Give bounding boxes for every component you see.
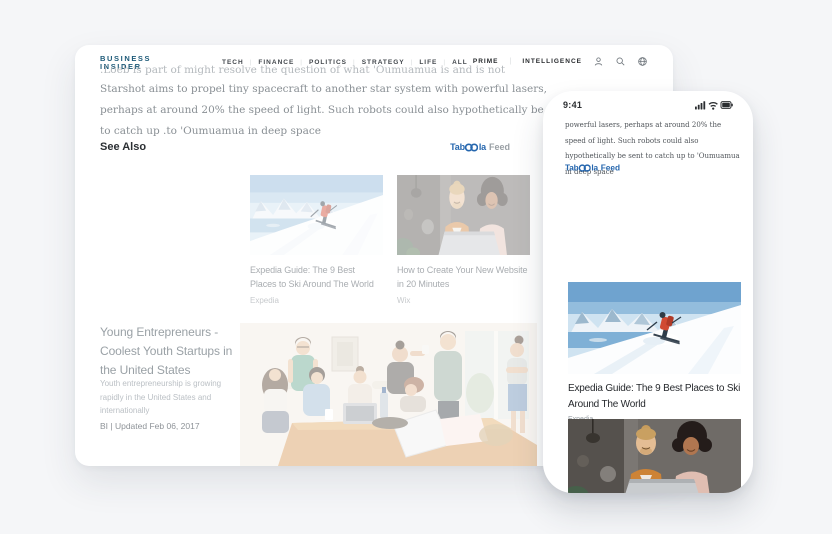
- see-also-heading: See Also: [100, 141, 146, 153]
- ski-mountain-image[interactable]: [250, 175, 383, 255]
- card-source: Wix: [397, 296, 530, 305]
- taboola-feed-label: Feed: [489, 142, 510, 152]
- card-title[interactable]: Expedia Guide: The 9 Best Places to Ski …: [568, 381, 741, 412]
- card-source: Expedia: [250, 296, 383, 305]
- article-clipped-line: .Loeb is part of might resolve the quest…: [100, 64, 578, 76]
- taboola-logo-text-2: la: [591, 163, 598, 172]
- wifi-icon: [709, 103, 717, 110]
- feature-story-byline: BI | Updated Feb 06, 2017: [100, 421, 200, 431]
- feature-story-description: Youth entrepreneurship is growing rapidl…: [100, 377, 228, 418]
- taboola-feed-logo-phone[interactable]: Tab la Feed: [565, 163, 620, 172]
- taboola-logo-text-1: Tab: [565, 163, 579, 172]
- status-bar: 9:41: [543, 100, 753, 110]
- status-time: 9:41: [563, 100, 582, 110]
- article-paragraph: Starshot aims to propel tiny spacecraft …: [100, 79, 578, 142]
- phone-sponsored-card-expedia[interactable]: Expedia Guide: The 9 Best Places to Ski …: [568, 282, 741, 423]
- taboola-feed-logo[interactable]: Tab la Feed: [450, 142, 510, 152]
- taboola-feed-label: Feed: [601, 163, 620, 172]
- couple-laptop-image[interactable]: [397, 175, 530, 255]
- taboola-logo-text-2: la: [479, 142, 486, 152]
- card-title[interactable]: How to Create Your New Website in 20 Min…: [397, 263, 530, 291]
- ski-mountain-image[interactable]: [568, 282, 741, 374]
- taboola-oo-icon: [465, 143, 478, 152]
- globe-icon[interactable]: [637, 56, 648, 67]
- cellular-signal-icon: [695, 101, 705, 109]
- design-canvas: BUSINESS INSIDER TECH FINANCE POLITICS S…: [0, 0, 832, 534]
- phone-viewport: 9:41: [543, 91, 753, 493]
- taboola-logo-text-1: Tab: [450, 142, 465, 152]
- young-entrepreneurs-image[interactable]: [240, 323, 537, 466]
- phone-frame: 9:41: [543, 91, 753, 493]
- sponsored-card-expedia[interactable]: Expedia Guide: The 9 Best Places to Ski …: [250, 175, 383, 305]
- battery-icon: [721, 102, 733, 109]
- card-title[interactable]: Expedia Guide: The 9 Best Places to Ski …: [250, 263, 383, 291]
- couple-laptop-image[interactable]: [568, 419, 741, 493]
- feature-story-title[interactable]: Young Entrepreneurs - Coolest Youth Star…: [100, 323, 246, 380]
- status-icons: [695, 100, 733, 110]
- search-icon[interactable]: [615, 56, 626, 67]
- taboola-oo-icon: [579, 163, 591, 171]
- sponsored-card-wix[interactable]: How to Create Your New Website in 20 Min…: [397, 175, 530, 305]
- account-icon[interactable]: [593, 56, 604, 67]
